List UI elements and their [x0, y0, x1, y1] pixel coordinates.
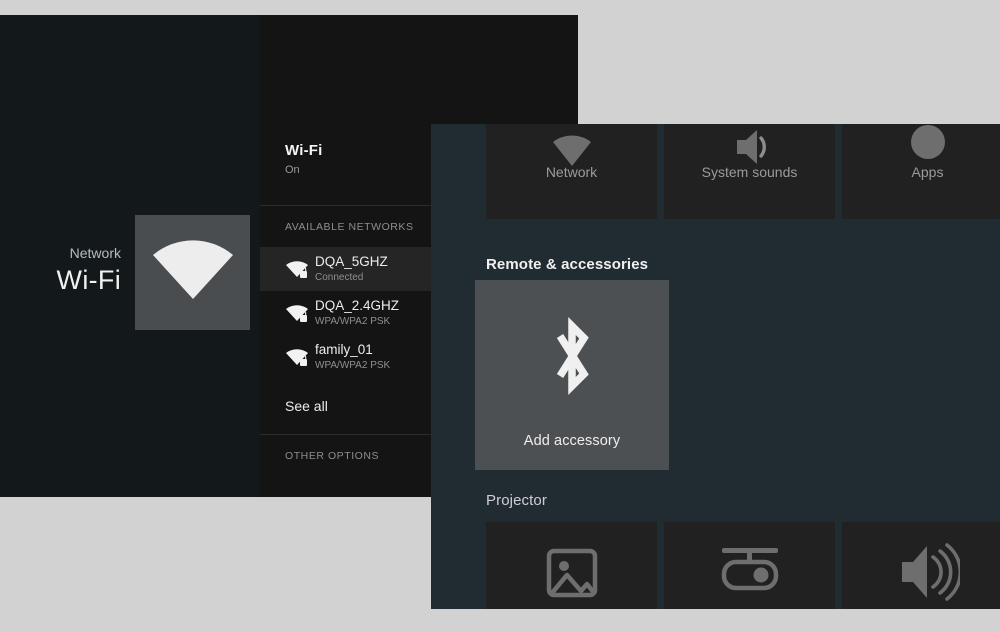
device-preferences-tile-row: Network System sounds Apps — [486, 124, 1000, 219]
add-accessory-tile[interactable]: Add accessory — [475, 280, 669, 470]
tile-volume-settings[interactable] — [842, 522, 1000, 609]
wifi-hero-panel: Network Wi-Fi — [0, 15, 260, 497]
tile-system-sounds[interactable]: System sounds — [664, 124, 835, 219]
tile-projector-settings[interactable] — [664, 522, 835, 609]
wifi-hero-tile[interactable] — [135, 215, 250, 330]
projector-heading: Projector — [486, 492, 547, 509]
image-icon — [486, 522, 657, 609]
tile-network[interactable]: Network — [486, 124, 657, 219]
volume-icon — [842, 522, 1000, 609]
wifi-lock-icon — [285, 304, 315, 323]
network-ssid: DQA_5GHZ — [315, 254, 388, 269]
network-meta: DQA_5GHZ Connected — [315, 253, 388, 285]
network-status: WPA/WPA2 PSK — [315, 316, 391, 327]
network-meta: DQA_2.4GHZ WPA/WPA2 PSK — [315, 297, 399, 329]
network-ssid: family_01 — [315, 342, 373, 357]
bluetooth-icon — [544, 314, 600, 403]
network-ssid: DQA_2.4GHZ — [315, 298, 400, 313]
projector-tile-row — [486, 522, 1000, 609]
projector-icon — [664, 522, 835, 609]
sound-wave-icon — [664, 124, 835, 175]
network-status: WPA/WPA2 PSK — [315, 360, 391, 371]
page-title: Wi-Fi — [56, 264, 121, 295]
network-meta: family_01 WPA/WPA2 PSK — [315, 341, 390, 373]
wifi-lock-icon — [285, 348, 315, 367]
apps-circle-icon — [842, 124, 1000, 175]
wifi-hero-row: Network Wi-Fi — [0, 215, 250, 330]
wifi-hero-kicker: Network — [69, 244, 121, 261]
wifi-triangle-icon — [486, 124, 657, 175]
wifi-hero-text: Network Wi-Fi — [57, 243, 135, 303]
tile-apps[interactable]: Apps — [842, 124, 1000, 219]
remote-accessories-heading: Remote & accessories — [486, 256, 649, 273]
add-accessory-label: Add accessory — [523, 433, 621, 449]
wifi-icon — [151, 239, 235, 306]
tile-image-settings[interactable] — [486, 522, 657, 609]
network-status: Connected — [315, 272, 364, 283]
wifi-lock-icon — [285, 260, 315, 279]
tv-settings-window: Network System sounds Apps Remote & acce… — [431, 124, 1000, 609]
